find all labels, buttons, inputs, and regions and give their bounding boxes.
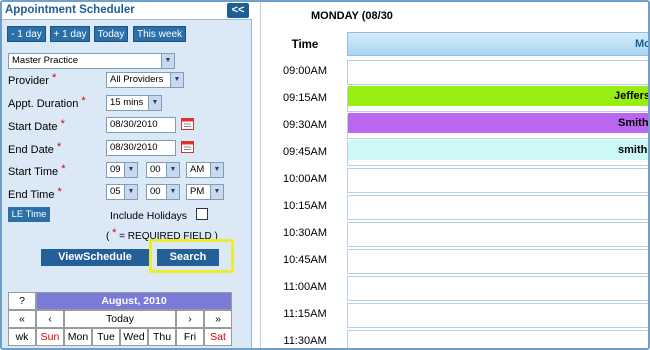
calendar-today-button[interactable]: Today [64,310,176,328]
time-slot-cell[interactable] [347,195,648,220]
next-year-button[interactable]: » [204,310,232,328]
start-date-label: Start Date * [8,118,65,133]
chevron-down-icon: ▼ [148,96,161,110]
prev-month-button[interactable]: ‹ [36,310,64,328]
time-slot-cell[interactable] [347,222,648,247]
panel-header: Appointment Scheduler << [2,2,252,20]
weekday-header: Mon [64,328,92,346]
end-hour-select[interactable]: 05 ▼ [106,184,138,200]
time-slot-label: 10:00AM [282,173,328,185]
time-slot-cell[interactable] [347,276,648,301]
provider-column-header: Mo [347,32,650,56]
today-button[interactable]: Today [94,26,128,42]
time-slot-cell[interactable] [347,60,648,85]
weekday-header: Thu [148,328,176,346]
calendar-icon[interactable] [181,117,194,130]
calendar-month-title: August, 2010 [36,292,232,310]
weekday-header: Wed [120,328,148,346]
end-date-input[interactable]: 08/30/2010 [106,140,176,156]
appointment-block[interactable]: Smith [348,113,648,133]
calendar-help-button[interactable]: ? [8,292,36,310]
weekday-header: wk [8,328,36,346]
time-slot-label: 10:45AM [282,254,328,266]
time-slot-label: 09:30AM [282,119,328,131]
time-slot-label: 09:15AM [282,92,328,104]
include-holidays-checkbox[interactable] [196,208,208,220]
time-slot-label: 10:15AM [282,200,328,212]
end-date-label: End Date * [8,141,62,156]
time-slot-row: 11:30AM [270,329,648,348]
time-slot-label: 09:45AM [282,146,328,158]
provider-select[interactable]: All Providers ▼ [106,72,184,88]
practice-value: Master Practice [12,55,78,66]
collapse-button[interactable]: << [227,3,249,18]
chevron-down-icon: ▼ [210,163,223,177]
time-slot-row: 11:15AM [270,302,648,329]
weekday-header: Fri [176,328,204,346]
le-time-button[interactable]: LE Time [8,207,50,222]
app-frame: Appointment Scheduler << - 1 day + 1 day… [0,0,650,350]
chevron-down-icon: ▼ [210,185,223,199]
view-schedule-button[interactable]: ViewSchedule [41,249,149,266]
start-ampm-select[interactable]: AM ▼ [186,162,224,178]
chevron-down-icon: ▼ [166,185,179,199]
provider-column-label: Mo [635,38,650,50]
chevron-down-icon: ▼ [124,185,137,199]
chevron-down-icon: ▼ [166,163,179,177]
calendar-icon[interactable] [181,140,194,153]
end-minute-select[interactable]: 00 ▼ [146,184,180,200]
next-month-button[interactable]: › [176,310,204,328]
time-slot-label: 10:30AM [282,227,328,239]
weekday-header: Sat [204,328,232,346]
chevron-down-icon: ▼ [170,73,183,87]
practice-select[interactable]: Master Practice ▼ [8,53,175,69]
end-ampm-select[interactable]: PM ▼ [186,184,224,200]
time-slot-cell[interactable] [347,249,648,274]
time-slot-label: 09:00AM [282,65,328,77]
time-slot-cell[interactable] [347,330,648,348]
time-slot-row: 10:15AM [270,194,648,221]
prev-year-button[interactable]: « [8,310,36,328]
scheduler-panel: Appointment Scheduler << - 1 day + 1 day… [2,2,252,348]
time-slot-row: 09:00AM [270,59,648,86]
start-date-input[interactable]: 08/30/2010 [106,117,176,133]
weekday-header: Sun [36,328,64,346]
chevron-down-icon: ▼ [161,54,174,68]
duration-select[interactable]: 15 mins ▼ [106,95,162,111]
time-slot-label: 11:30AM [283,335,327,347]
time-slot-label: 11:00AM [283,281,327,293]
start-minute-select[interactable]: 00 ▼ [146,162,180,178]
appointment-block[interactable]: smith [348,140,648,160]
time-slot-cell[interactable] [347,303,648,328]
duration-label: Appt. Duration * [8,95,86,110]
search-highlight [149,239,234,273]
panel-title: Appointment Scheduler [5,4,135,16]
minus-one-day-button[interactable]: - 1 day [7,26,46,42]
time-slot-row: 10:45AM [270,248,648,275]
time-slot-label: 11:15AM [283,308,327,320]
plus-one-day-button[interactable]: + 1 day [50,26,90,42]
time-slot-cell[interactable] [347,168,648,193]
schedule-day-title: MONDAY (08/30 [311,10,393,22]
time-slot-row: 10:00AM [270,167,648,194]
time-slot-row: 10:30AM [270,221,648,248]
time-column-header: Time [291,39,319,51]
appointment-block[interactable]: Jeffers [348,86,648,106]
time-slot-row: 11:00AM [270,275,648,302]
end-time-label: End Time * [8,186,62,201]
this-week-button[interactable]: This week [133,26,186,42]
start-hour-select[interactable]: 09 ▼ [106,162,138,178]
provider-label: Provider * [8,72,57,87]
weekday-header: Tue [92,328,120,346]
include-holidays-label: Include Holidays [110,210,188,222]
chevron-down-icon: ▼ [124,163,137,177]
start-time-label: Start Time * [8,163,66,178]
